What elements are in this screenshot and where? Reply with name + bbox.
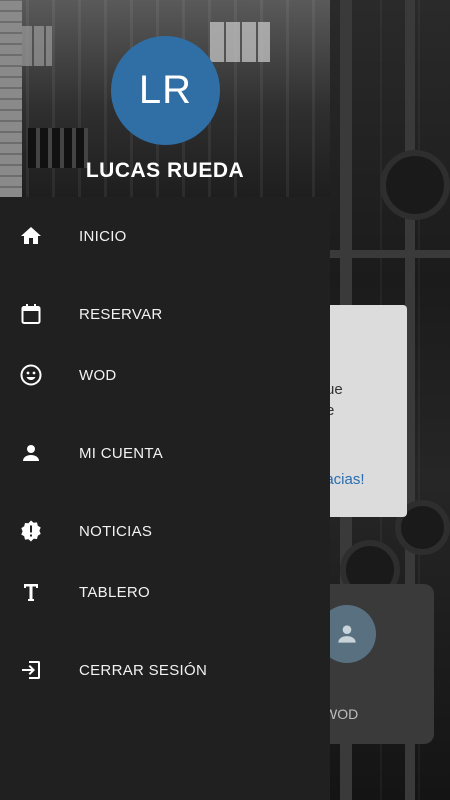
home-icon [18, 223, 44, 249]
menu-item-reservar[interactable]: RESERVAR [0, 289, 330, 339]
smiley-icon [18, 362, 44, 388]
person-icon [18, 440, 44, 466]
text-t-icon [18, 579, 44, 605]
menu-item-noticias[interactable]: NOTICIAS [0, 506, 330, 556]
header-bg-window-left [22, 26, 52, 66]
alert-badge-icon [18, 518, 44, 544]
menu-item-tablero[interactable]: TABLERO [0, 567, 330, 617]
user-name: LUCAS RUEDA [85, 159, 245, 182]
menu-item-label: WOD [79, 366, 117, 384]
calendar-icon [18, 301, 44, 327]
menu-item-mi-cuenta[interactable]: MI CUENTA [0, 428, 330, 478]
menu-item-cerrar-sesion[interactable]: CERRAR SESIÓN [0, 645, 330, 695]
menu-item-label: TABLERO [79, 583, 151, 601]
menu-item-label: MI CUENTA [79, 444, 164, 462]
menu-item-label: INICIO [79, 227, 127, 245]
drawer-header: LR LUCAS RUEDA [0, 0, 330, 197]
header-bg-window-right [210, 22, 270, 62]
menu-item-label: RESERVAR [79, 305, 163, 323]
menu-item-label: NOTICIAS [79, 522, 153, 540]
logout-icon [18, 657, 44, 683]
avatar[interactable]: LR [111, 36, 220, 145]
menu-item-wod[interactable]: WOD [0, 350, 330, 400]
menu-item-label: CERRAR SESIÓN [79, 661, 208, 679]
navigation-drawer: LR LUCAS RUEDA INICIO RESERVAR WOD MI CU… [0, 0, 330, 800]
menu-item-inicio[interactable]: INICIO [0, 211, 330, 261]
